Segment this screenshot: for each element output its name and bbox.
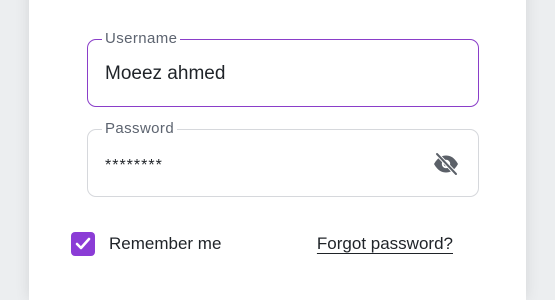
remember-me-checkbox[interactable] [71,232,95,256]
username-value[interactable]: Moeez ahmed [105,62,225,86]
password-value[interactable]: ******** [105,154,163,178]
checkmark-icon [75,237,91,250]
options-row: Remember me Forgot password? [71,230,453,258]
eye-off-icon[interactable] [432,152,460,176]
username-label: Username [102,30,181,48]
remember-me-label[interactable]: Remember me [109,234,221,254]
password-label: Password [102,120,178,138]
forgot-password-link[interactable]: Forgot password? [317,234,453,254]
username-field[interactable]: Username Moeez ahmed [87,30,479,107]
password-field[interactable]: Password ******** [87,120,479,197]
